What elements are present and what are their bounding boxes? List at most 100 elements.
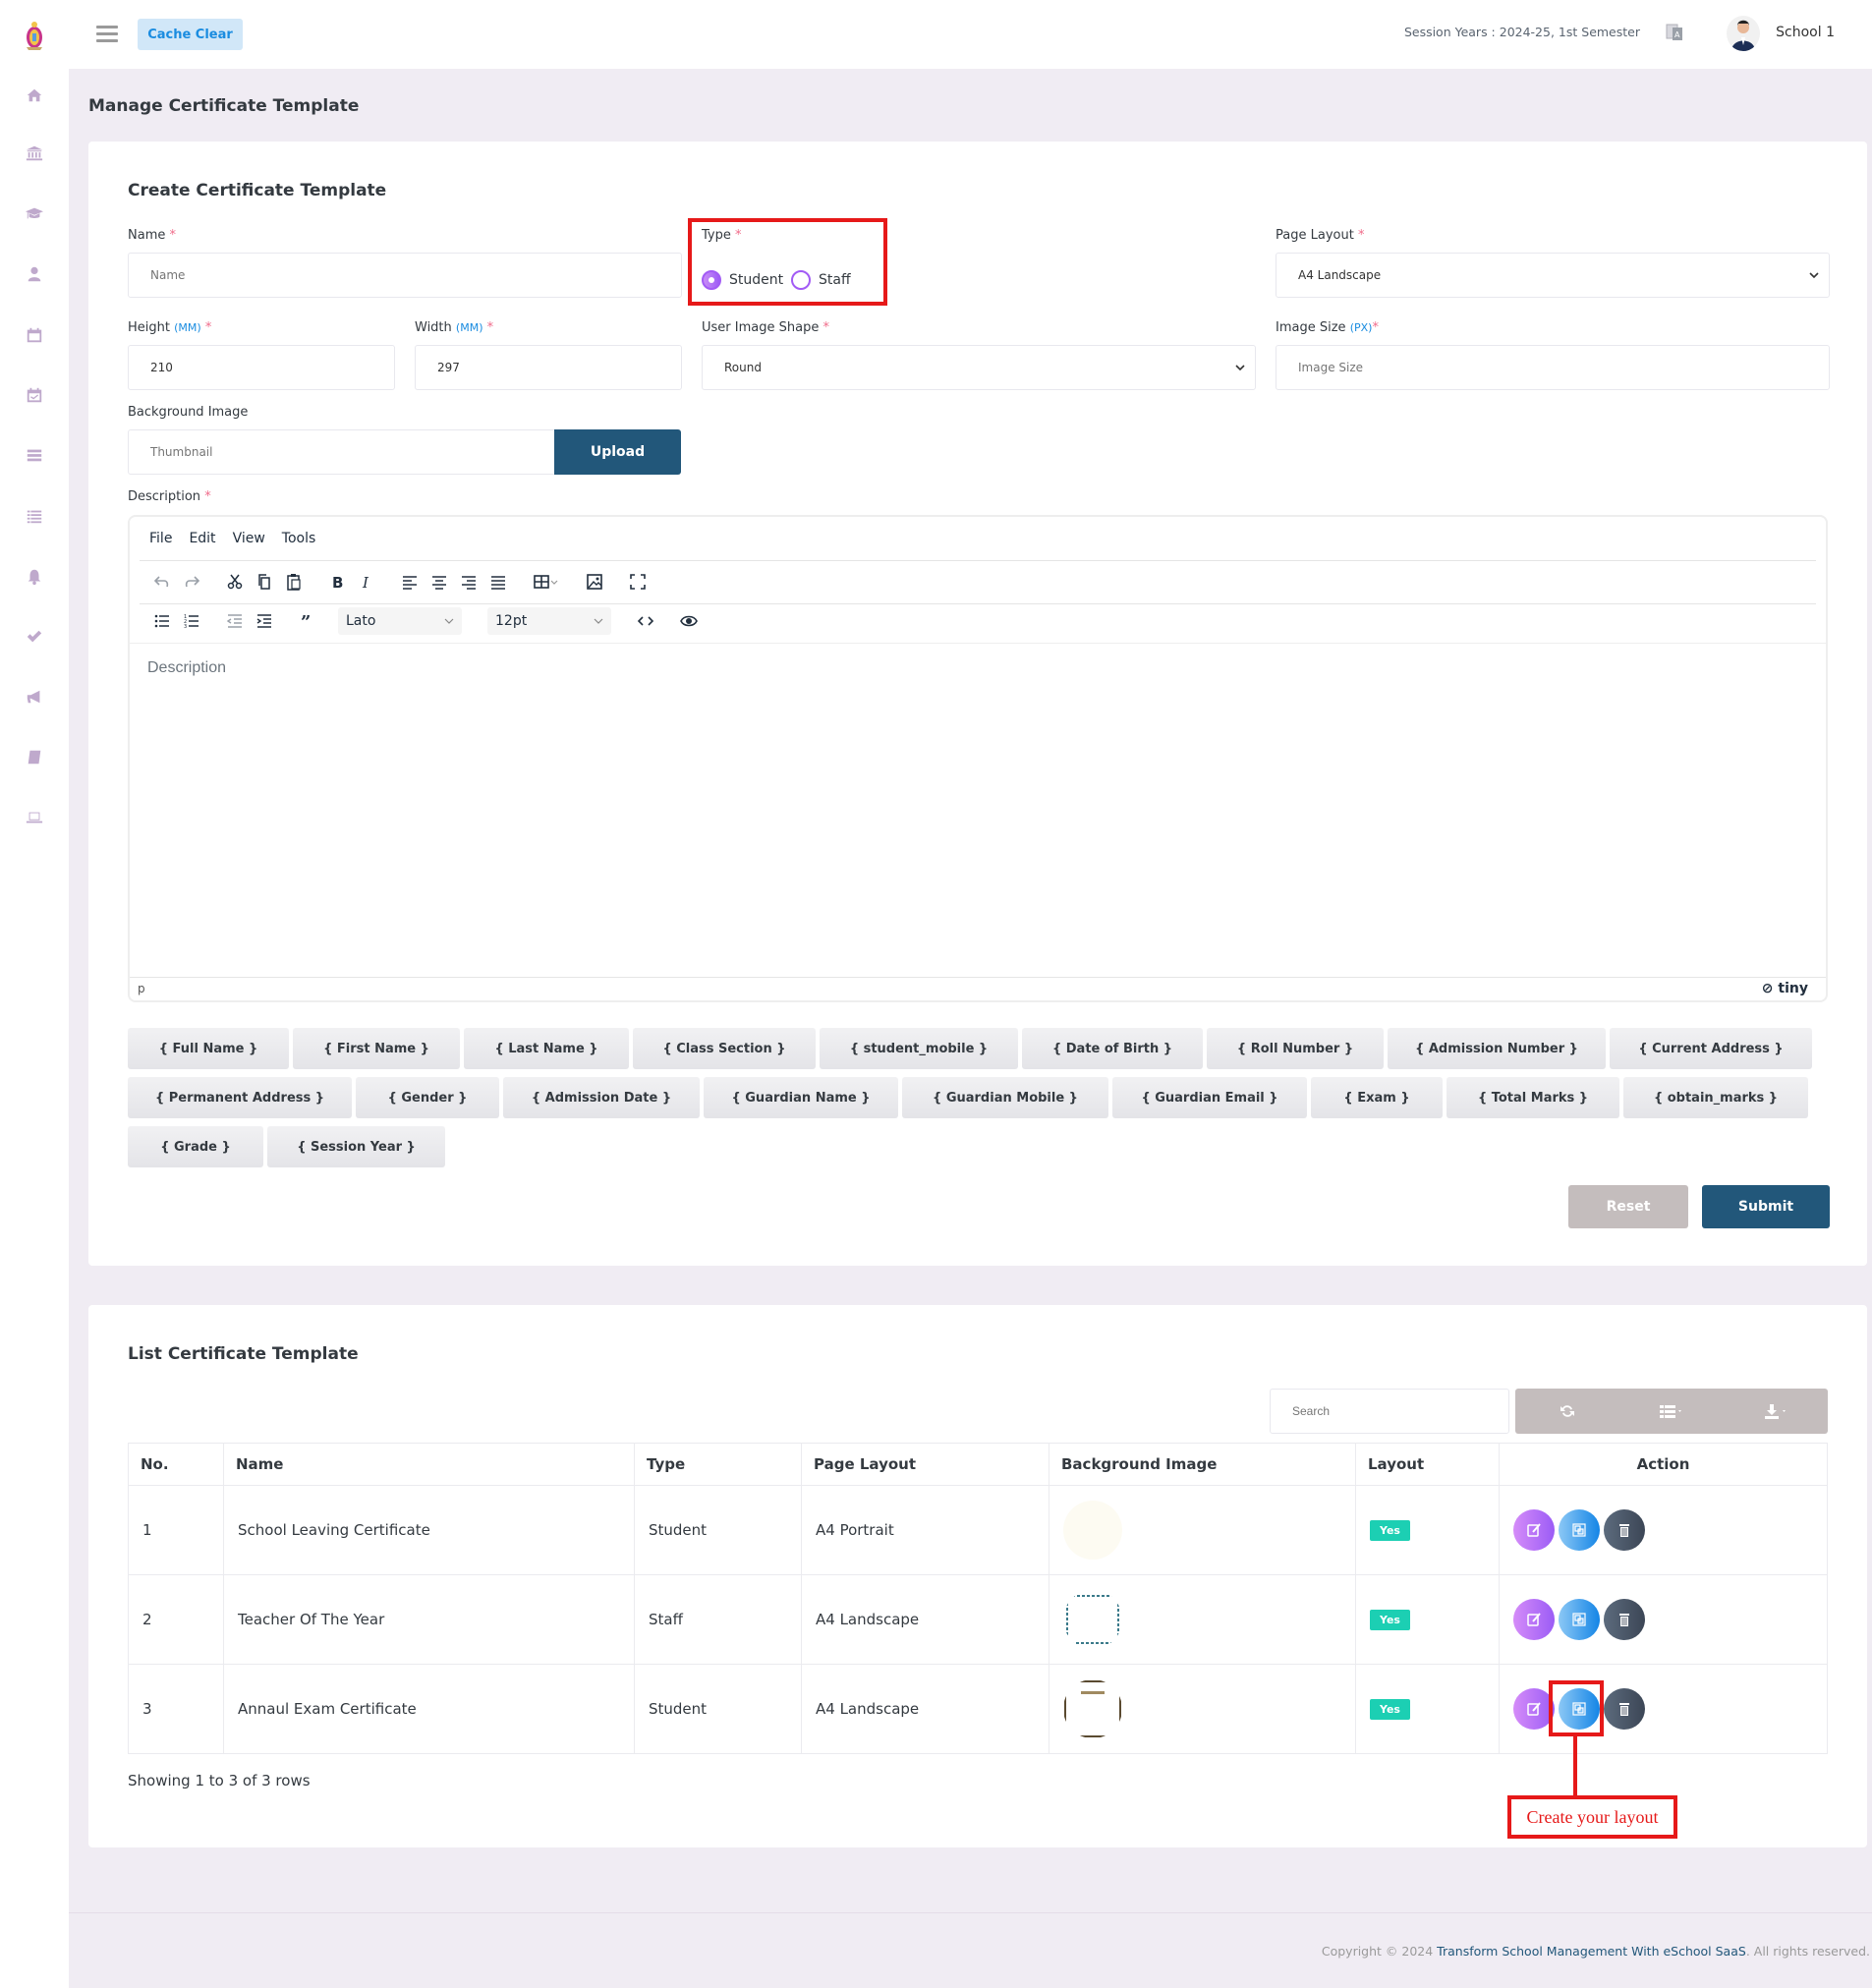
bullhorn-icon[interactable] (24, 686, 45, 708)
tag-current-address[interactable]: { Current Address } (1610, 1028, 1812, 1069)
columns-toggle-button[interactable] (1619, 1389, 1724, 1434)
preview-eye-icon[interactable] (674, 606, 704, 636)
export-button[interactable] (1724, 1389, 1828, 1434)
tiny-brand-logo[interactable]: ⊘ tiny (1762, 981, 1808, 996)
delete-button[interactable] (1604, 1599, 1645, 1640)
tag-guardian-email[interactable]: { Guardian Email } (1112, 1077, 1307, 1118)
menu-view[interactable]: View (233, 531, 265, 546)
source-code-icon[interactable] (631, 606, 660, 636)
tag-exam[interactable]: { Exam } (1311, 1077, 1443, 1118)
menu-toggle-icon[interactable] (96, 26, 118, 43)
cache-clear-button[interactable]: Cache Clear (138, 19, 243, 50)
tag-admission-number[interactable]: { Admission Number } (1388, 1028, 1606, 1069)
menu-tools[interactable]: Tools (282, 531, 316, 546)
bullet-list-icon[interactable] (147, 606, 177, 636)
school-logo[interactable] (24, 20, 45, 51)
user-image-shape-select[interactable]: Round (702, 345, 1256, 390)
tag-first-name[interactable]: { First Name } (293, 1028, 460, 1069)
column-header[interactable]: Name (223, 1443, 635, 1486)
column-header[interactable]: Page Layout (801, 1443, 1049, 1486)
font-size-select[interactable]: 12pt (487, 607, 611, 635)
paste-icon[interactable] (279, 567, 309, 596)
bell-icon[interactable] (24, 566, 45, 588)
tag-permanent-address[interactable]: { Permanent Address } (128, 1077, 352, 1118)
institution-icon[interactable] (24, 142, 45, 164)
upload-button[interactable]: Upload (554, 429, 681, 475)
list-alt-icon[interactable] (24, 444, 45, 466)
footer-brand-link[interactable]: Transform School Management With eSchool… (1437, 1944, 1746, 1959)
height-input[interactable]: 210 (128, 345, 395, 390)
insert-image-icon[interactable] (580, 567, 609, 596)
background-thumbnail[interactable] (1063, 1590, 1122, 1649)
fullscreen-icon[interactable] (623, 567, 652, 596)
description-editor-area[interactable]: Description (130, 643, 1826, 977)
list-icon[interactable] (24, 505, 45, 527)
tag-session-year[interactable]: { Session Year } (267, 1126, 445, 1167)
check-icon[interactable] (24, 626, 45, 648)
copy-icon[interactable] (250, 567, 279, 596)
width-input[interactable]: 297 (415, 345, 682, 390)
language-translate-icon[interactable]: A (1666, 23, 1683, 42)
user-avatar[interactable] (1727, 16, 1760, 51)
tag-date-of-birth[interactable]: { Date of Birth } (1022, 1028, 1203, 1069)
layout-button[interactable] (1559, 1509, 1600, 1551)
bold-icon[interactable]: B (322, 567, 352, 596)
name-input[interactable] (128, 253, 682, 298)
column-header[interactable]: Type (634, 1443, 802, 1486)
redo-icon[interactable] (177, 567, 206, 596)
layout-button[interactable] (1559, 1599, 1600, 1640)
align-center-icon[interactable] (425, 567, 454, 596)
search-input[interactable] (1270, 1389, 1509, 1434)
background-thumbnail[interactable] (1063, 1679, 1122, 1738)
tag-last-name[interactable]: { Last Name } (464, 1028, 629, 1069)
font-family-select[interactable]: Lato (338, 607, 462, 635)
image-size-input[interactable] (1276, 345, 1830, 390)
align-left-icon[interactable] (395, 567, 425, 596)
user-icon[interactable] (24, 263, 45, 285)
edit-button[interactable] (1513, 1599, 1555, 1640)
calendar-check-icon[interactable] (24, 384, 45, 406)
menu-edit[interactable]: Edit (189, 531, 215, 546)
reset-button[interactable]: Reset (1568, 1185, 1688, 1228)
tag-admission-date[interactable]: { Admission Date } (503, 1077, 700, 1118)
indent-icon[interactable] (250, 606, 279, 636)
home-icon[interactable] (24, 85, 45, 106)
numbered-list-icon[interactable]: 123 (177, 606, 206, 636)
undo-icon[interactable] (147, 567, 177, 596)
calendar-icon[interactable] (24, 324, 45, 346)
book-icon[interactable] (24, 747, 45, 768)
tag-obtain-marks[interactable]: { obtain_marks } (1623, 1077, 1808, 1118)
menu-file[interactable]: File (149, 531, 172, 546)
column-header[interactable]: Layout (1355, 1443, 1500, 1486)
blockquote-icon[interactable]: ” (293, 606, 322, 636)
thumbnail-input[interactable] (128, 429, 556, 475)
tag-class-section[interactable]: { Class Section } (633, 1028, 816, 1069)
page-layout-select[interactable]: A4 Landscape (1276, 253, 1830, 298)
align-justify-icon[interactable] (483, 567, 513, 596)
tag-gender[interactable]: { Gender } (356, 1077, 499, 1118)
tag-guardian-name[interactable]: { Guardian Name } (704, 1077, 898, 1118)
tag-total-marks[interactable]: { Total Marks } (1447, 1077, 1619, 1118)
refresh-button[interactable] (1515, 1389, 1619, 1434)
column-header[interactable]: Action (1499, 1443, 1828, 1486)
tag-roll-number[interactable]: { Roll Number } (1207, 1028, 1384, 1069)
graduation-cap-icon[interactable] (24, 202, 45, 224)
tag-student-mobile[interactable]: { student_mobile } (820, 1028, 1018, 1069)
submit-button[interactable]: Submit (1702, 1185, 1830, 1228)
table-icon[interactable] (527, 567, 566, 596)
tag-grade[interactable]: { Grade } (128, 1126, 263, 1167)
italic-icon[interactable]: I (352, 567, 381, 596)
outdent-icon[interactable] (220, 606, 250, 636)
delete-button[interactable] (1604, 1688, 1645, 1730)
edit-button[interactable] (1513, 1509, 1555, 1551)
cut-icon[interactable] (220, 567, 250, 596)
column-header[interactable]: Background Image (1049, 1443, 1356, 1486)
user-name[interactable]: School 1 (1776, 25, 1835, 40)
column-header[interactable]: No. (128, 1443, 224, 1486)
align-right-icon[interactable] (454, 567, 483, 596)
tag-full-name[interactable]: { Full Name } (128, 1028, 289, 1069)
tag-guardian-mobile[interactable]: { Guardian Mobile } (902, 1077, 1108, 1118)
delete-button[interactable] (1604, 1509, 1645, 1551)
laptop-icon[interactable] (24, 807, 45, 828)
background-thumbnail[interactable] (1063, 1501, 1122, 1560)
